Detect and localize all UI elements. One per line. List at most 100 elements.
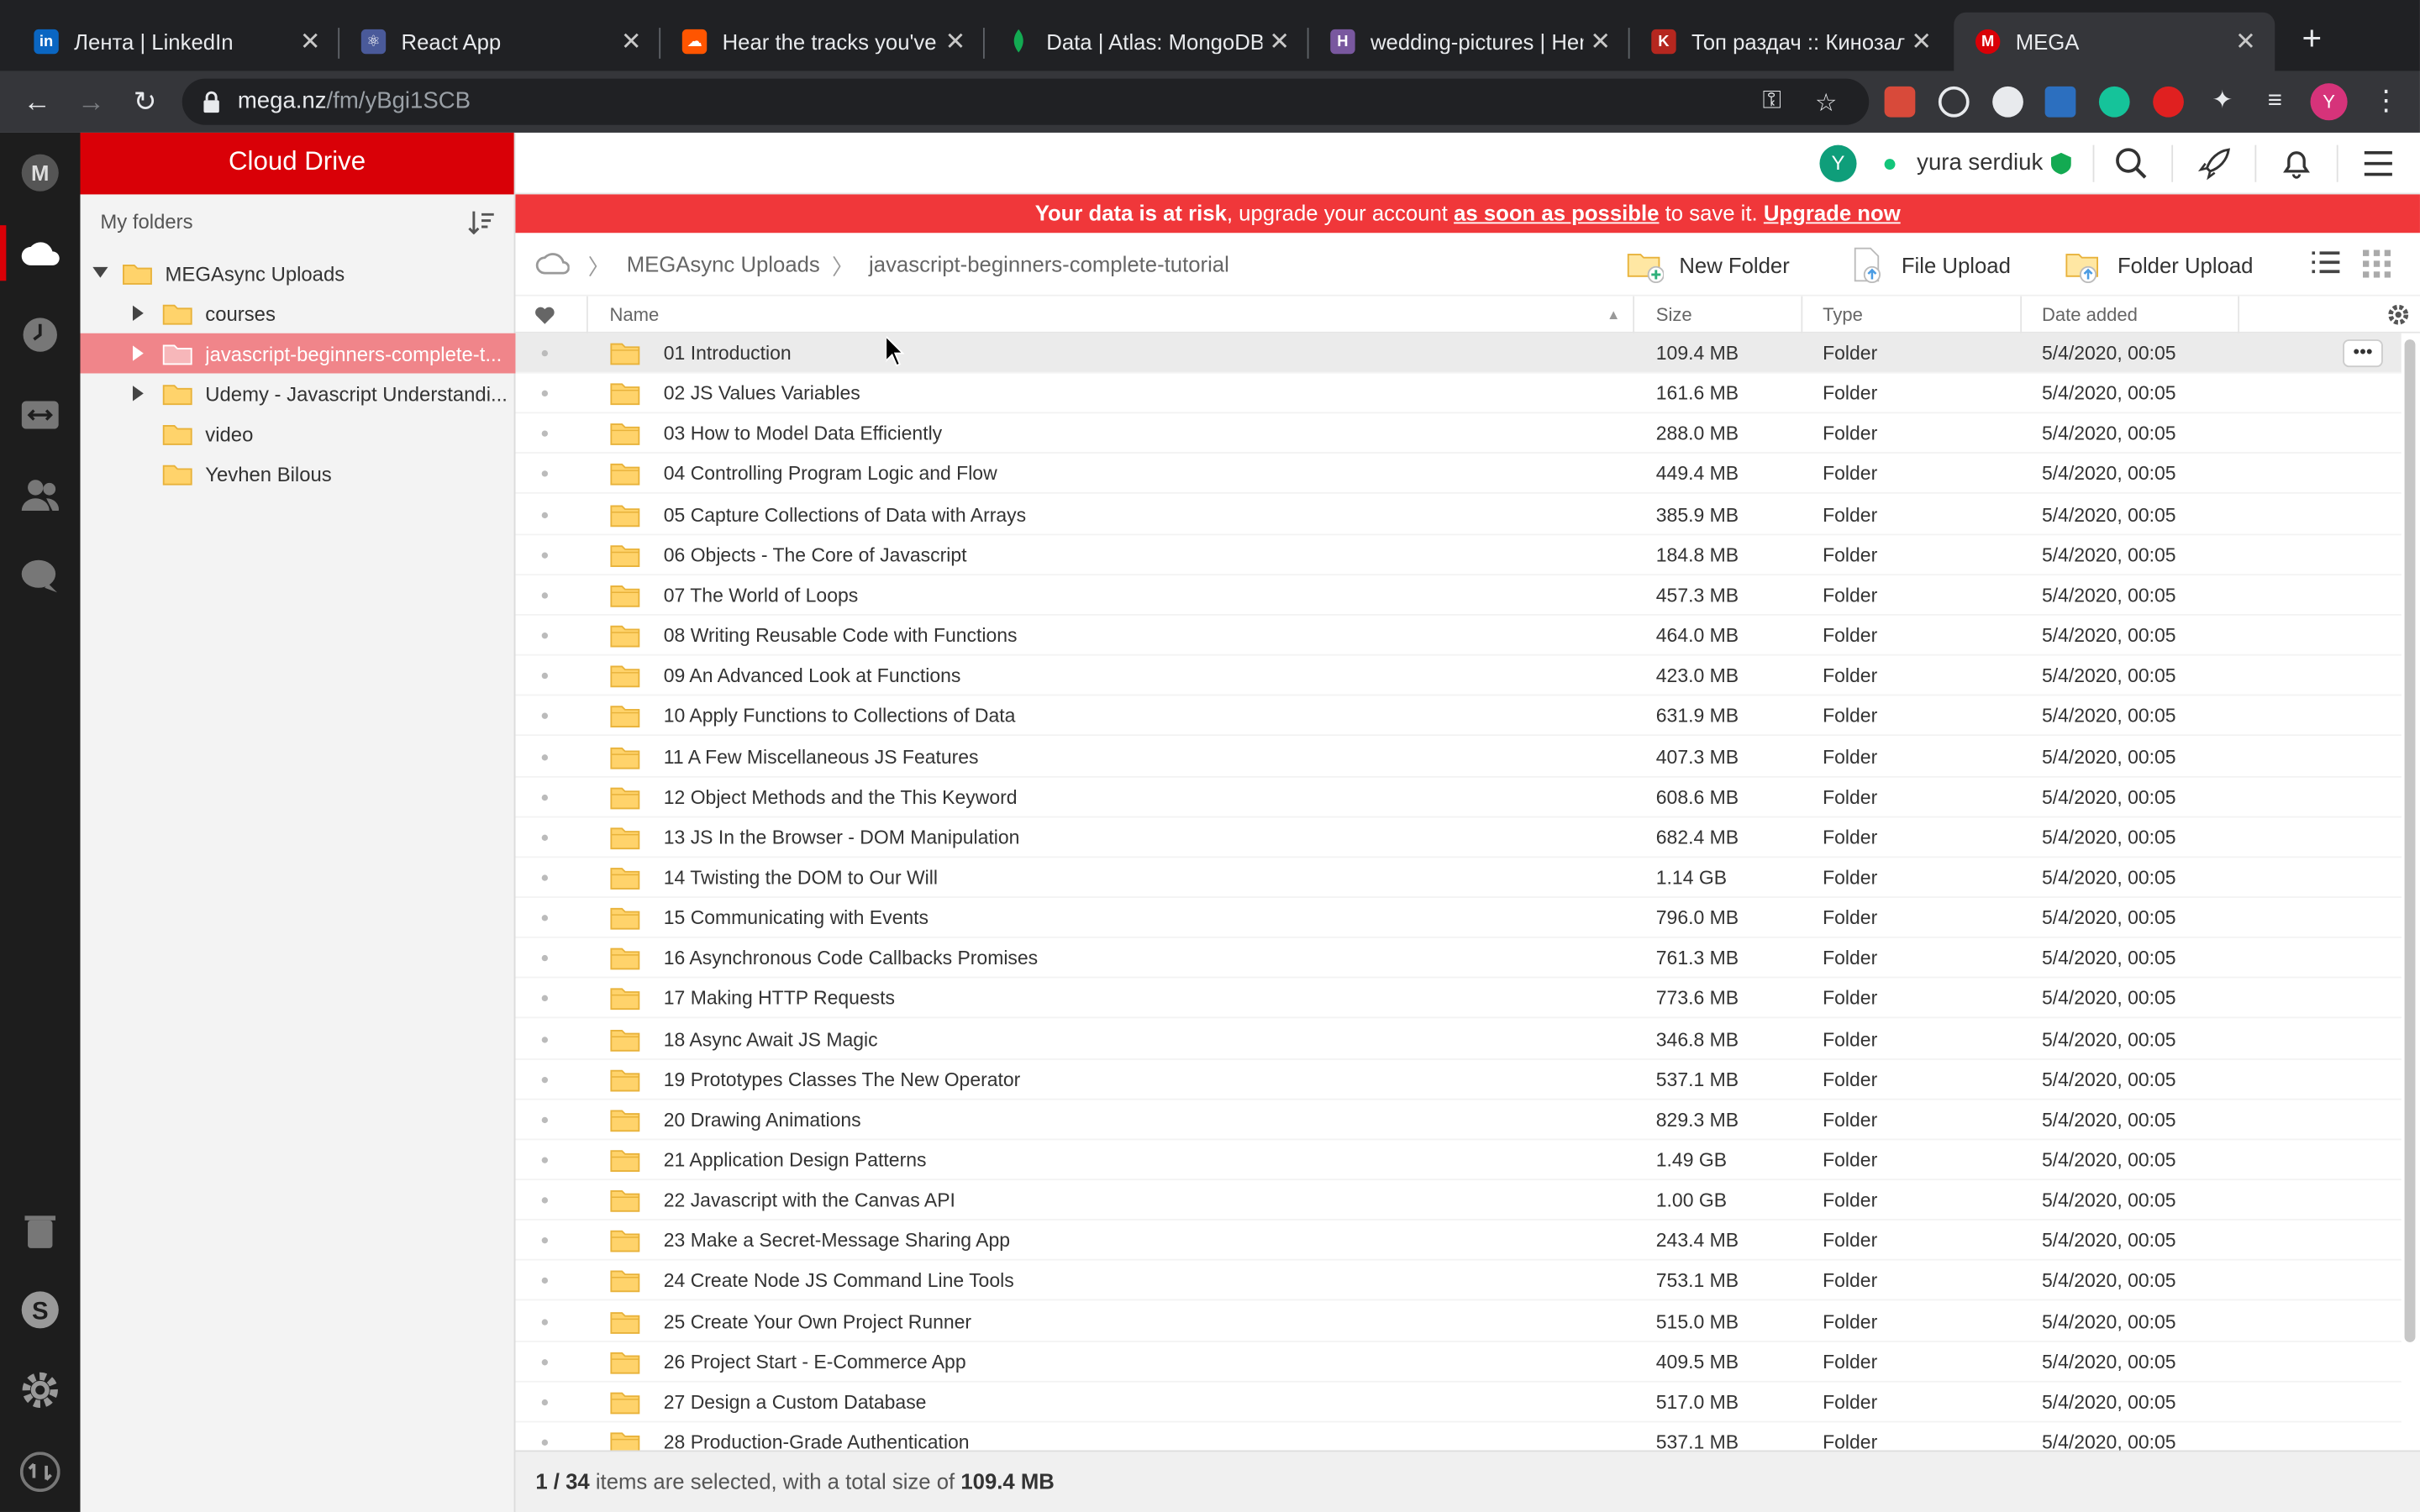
file-name[interactable]: 09 An Advanced Look at Functions (664, 665, 961, 687)
file-name[interactable]: 18 Async Await JS Magic (664, 1028, 878, 1050)
reload-icon[interactable]: ↻ (128, 85, 161, 118)
table-row[interactable]: 26 Project Start - E-Commerce App 409.5 M… (515, 1341, 2402, 1383)
favourite-dot[interactable] (541, 470, 549, 478)
file-name[interactable]: 04 Controlling Program Logic and Flow (664, 464, 997, 486)
banner-asap-link[interactable]: as soon as possible (1454, 201, 1659, 225)
scrollbar[interactable] (2401, 333, 2420, 1451)
column-header-name[interactable]: Name (609, 304, 659, 326)
table-row[interactable]: 13 JS In the Browser - DOM Manipulation 6… (515, 817, 2402, 858)
media-queue-icon[interactable]: ≡ (2260, 87, 2291, 118)
favourite-dot[interactable] (541, 390, 549, 397)
table-row[interactable]: 25 Create Your Own Project Runner 515.0 M… (515, 1301, 2402, 1342)
file-name[interactable]: 06 Objects - The Core of Javascript (664, 544, 967, 566)
extension-icon[interactable] (1884, 86, 1916, 118)
caret-right-icon[interactable] (131, 345, 146, 361)
tab-mongodb[interactable]: Data | Atlas: MongoDB ✕ (985, 13, 1309, 71)
puzzle-icon[interactable]: ✦ (2207, 87, 2238, 118)
tab-heroku[interactable]: H wedding-pictures | Her ✕ (1309, 13, 1630, 71)
tree-item-yevhen-bilous[interactable]: Yevhen Bilous (81, 454, 516, 494)
column-settings-gear-icon[interactable] (2387, 304, 2409, 326)
table-row[interactable]: 20 Drawing Animations 829.3 MB Folder 5/4/2… (515, 1100, 2402, 1141)
close-icon[interactable]: ✕ (1904, 26, 1938, 57)
sync-icon[interactable] (18, 1450, 61, 1493)
cloud-icon[interactable] (535, 250, 570, 275)
list-view-icon[interactable] (2312, 250, 2340, 275)
table-row[interactable]: 23 Make a Secret-Message Sharing App 243.… (515, 1221, 2402, 1262)
browser-menu-icon[interactable]: ⋮ (2372, 85, 2400, 118)
forward-icon[interactable]: → (74, 85, 108, 118)
table-row[interactable]: 17 Making HTTP Requests 773.6 MB Folder 5/4… (515, 979, 2402, 1019)
chat-icon[interactable] (18, 555, 61, 598)
favourite-dot[interactable] (541, 955, 549, 962)
favourite-dot[interactable] (541, 1358, 549, 1366)
favourite-dot[interactable] (541, 1278, 549, 1284)
mega-logo-icon[interactable]: M (18, 151, 61, 194)
favourite-dot[interactable] (541, 592, 549, 599)
favourite-dot[interactable] (541, 753, 549, 760)
table-row[interactable]: 01 Introduction 109.4 MB Folder 5/4/2020, 0… (515, 333, 2402, 374)
achievements-icon[interactable]: S (18, 1289, 61, 1331)
favourite-dot[interactable] (541, 673, 549, 680)
table-row[interactable]: 02 JS Values Variables 161.6 MB Folder 5/4/… (515, 374, 2402, 414)
contacts-icon[interactable] (18, 474, 61, 517)
upgrade-now-link[interactable]: Upgrade now (1764, 201, 1901, 225)
back-icon[interactable]: ← (20, 85, 54, 118)
tree-item-javascript-beginners[interactable]: javascript-beginners-complete-t... (80, 333, 516, 374)
bell-icon[interactable] (2280, 146, 2313, 180)
table-row[interactable]: 06 Objects - The Core of Javascript 184.8… (515, 535, 2402, 575)
file-name[interactable]: 07 The World of Loops (664, 585, 858, 606)
profile-avatar[interactable]: Y (2310, 83, 2348, 121)
favourite-dot[interactable] (541, 552, 549, 559)
search-icon[interactable] (2114, 146, 2148, 180)
tab-mega[interactable]: M MEGA ✕ (1954, 12, 2275, 71)
tree-item-video[interactable]: video (81, 413, 516, 454)
address-bar[interactable]: mega.nz/fm/yBgi1SCB ⚿ ☆ (182, 78, 1870, 125)
favourite-dot[interactable] (541, 874, 549, 881)
user-name[interactable]: yura serdiuk (1917, 150, 2043, 176)
transfers-icon[interactable] (18, 393, 61, 436)
file-name[interactable]: 03 How to Model Data Efficiently (664, 423, 942, 445)
table-row[interactable]: 21 Application Design Patterns 1.49 GB Fol… (515, 1140, 2402, 1181)
sort-ascending-icon[interactable]: ▲ (1607, 307, 1620, 323)
user-avatar[interactable]: Y (1819, 144, 1857, 182)
caret-right-icon[interactable] (131, 386, 146, 402)
tab-soundcloud[interactable]: ☁ Hear the tracks you've ✕ (660, 13, 985, 71)
file-name[interactable]: 01 Introduction (664, 343, 792, 365)
table-row[interactable]: 18 Async Await JS Magic 346.8 MB Folder 5/4… (515, 1019, 2402, 1059)
tab-kinozal[interactable]: K Топ раздач :: Кинозал ✕ (1630, 13, 1951, 71)
file-name[interactable]: 26 Project Start - E-Commerce App (664, 1351, 966, 1373)
table-row[interactable]: 11 A Few Miscellaneous JS Features 407.3 … (515, 737, 2402, 777)
close-icon[interactable]: ✕ (1262, 26, 1296, 57)
key-icon[interactable]: ⚿ (1763, 88, 1781, 116)
close-icon[interactable]: ✕ (1583, 26, 1617, 57)
favourite-dot[interactable] (541, 1076, 549, 1083)
close-icon[interactable]: ✕ (2228, 26, 2262, 57)
file-name[interactable]: 21 Application Design Patterns (664, 1149, 927, 1171)
close-icon[interactable]: ✕ (614, 26, 648, 57)
tab-linkedin[interactable]: in Лента | LinkedIn ✕ (13, 13, 340, 71)
trash-icon[interactable] (18, 1210, 61, 1252)
favourite-dot[interactable] (541, 512, 549, 518)
tree-item-udemy-javascript[interactable]: Udemy - Javascript Understandi... (81, 373, 516, 413)
table-row[interactable]: 04 Controlling Program Logic and Flow 449… (515, 454, 2402, 495)
hamburger-menu-icon[interactable] (2361, 146, 2395, 180)
table-row[interactable]: 07 The World of Loops 457.3 MB Folder 5/4/2… (515, 575, 2402, 616)
file-name[interactable]: 13 JS In the Browser - DOM Manipulation (664, 827, 1020, 848)
folder-upload-button[interactable]: Folder Upload (2065, 247, 2253, 284)
table-row[interactable]: 12 Object Methods and the This Keyword 60… (515, 777, 2402, 817)
heart-icon[interactable] (534, 306, 555, 326)
file-name[interactable]: 24 Create Node JS Command Line Tools (664, 1270, 1014, 1292)
grammarly-icon[interactable] (2098, 86, 2130, 118)
more-options-icon[interactable]: ••• (2343, 339, 2383, 368)
breadcrumb-current[interactable]: javascript-beginners-complete-tutorial (869, 251, 1229, 276)
file-name[interactable]: 27 Design a Custom Database (664, 1392, 927, 1414)
table-row[interactable]: 28 Production-Grade Authentication 537.1 … (515, 1423, 2401, 1451)
file-name[interactable]: 16 Asynchronous Code Callbacks Promises (664, 948, 1038, 969)
cloud-drive-title[interactable]: Cloud Drive (80, 132, 514, 195)
favourite-dot[interactable] (541, 1036, 549, 1042)
file-name[interactable]: 19 Prototypes Classes The New Operator (664, 1068, 1021, 1090)
favourite-dot[interactable] (541, 633, 549, 639)
file-name[interactable]: 12 Object Methods and the This Keyword (664, 786, 1018, 808)
favourite-dot[interactable] (541, 1399, 549, 1406)
scrollbar-thumb[interactable] (2404, 339, 2416, 1342)
